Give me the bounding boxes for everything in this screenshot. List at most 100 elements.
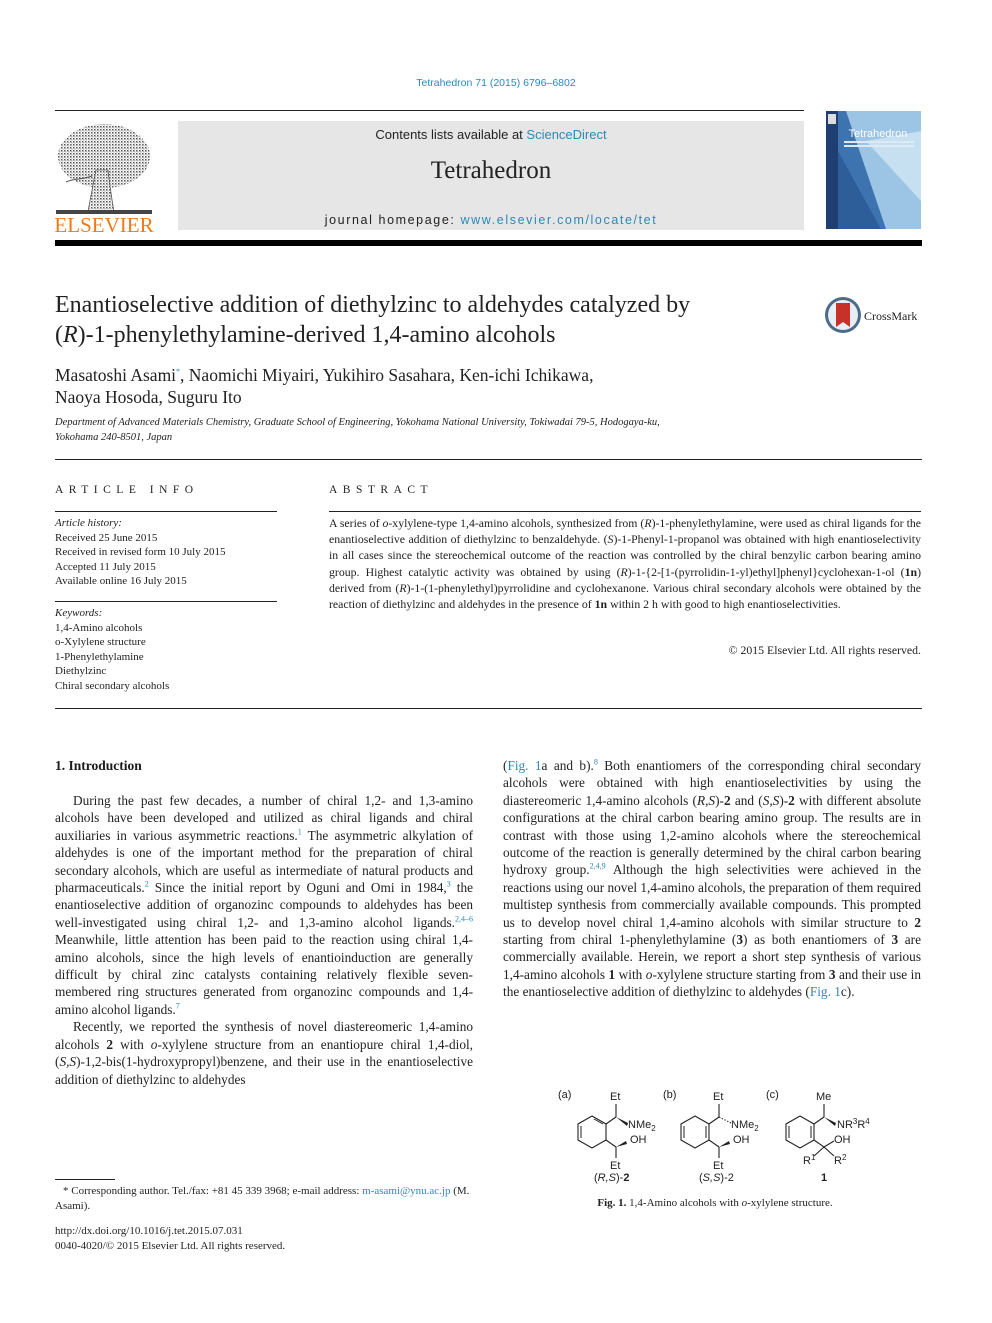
panel-label: (c) xyxy=(766,1089,779,1101)
citation-link[interactable]: 2,4–6 xyxy=(455,914,473,923)
affiliation-line-2: Yokohama 240-8501, Japan xyxy=(55,432,173,443)
header-thick-rule xyxy=(55,240,922,246)
issn-copyright: 0040-4020/© 2015 Elsevier Ltd. All right… xyxy=(55,1240,286,1252)
caption-text: 1,4-Amino alcohols with xyxy=(626,1197,742,1209)
citation-link[interactable]: 2,4,9 xyxy=(590,862,606,871)
sciencedirect-link[interactable]: ScienceDirect xyxy=(526,127,606,142)
introduction-heading: 1. Introduction xyxy=(55,758,142,773)
journal-cover-image[interactable]: Tetrahedron xyxy=(826,111,921,229)
title-rest: )-1-phenylethylamine-derived 1,4-amino a… xyxy=(77,322,556,348)
email-link[interactable]: m-asami@ynu.ac.jp xyxy=(362,1185,450,1197)
article-info-rule xyxy=(55,511,277,512)
panel-label: (a) xyxy=(558,1089,571,1101)
panel-label: (b) xyxy=(663,1089,676,1101)
history-item: Accepted 11 July 2015 xyxy=(55,560,156,573)
elsevier-tree-icon: ELSEVIER xyxy=(54,124,154,237)
journal-reference-link[interactable]: Tetrahedron 71 (2015) 6796–6802 xyxy=(0,77,992,89)
cover-title: Tetrahedron xyxy=(849,128,908,140)
compound-ref: 1n xyxy=(904,564,918,579)
corresponding-author-footnote: * Corresponding author. Tel./fax: +81 45… xyxy=(55,1184,475,1214)
homepage-prefix: journal homepage: xyxy=(324,213,461,227)
structure-panel-a: (a) Et NMe2 OH Et (R,S)-2 xyxy=(558,1089,656,1184)
title-line-2: (R)-1-phenylethylamine-derived 1,4-amino… xyxy=(55,320,795,350)
author-asami: Masatoshi Asami xyxy=(55,365,177,385)
figure-link[interactable]: Fig. 1 xyxy=(507,758,541,773)
keywords-rule xyxy=(55,601,277,602)
abstract-run: A series of xyxy=(329,516,383,530)
text-run: a and b). xyxy=(541,758,594,773)
crossmark-label: CrossMark xyxy=(864,309,917,323)
abstract-italic: R xyxy=(399,580,407,595)
caption-label: Fig. 1. xyxy=(597,1197,627,1209)
structure-panel-b: (b) Et NMe2 OH Et (S,S)-2 xyxy=(663,1089,759,1184)
amine-label: NR3R4 xyxy=(837,1117,870,1131)
title-config: R xyxy=(63,322,78,348)
contents-available-text: Contents lists available at ScienceDirec… xyxy=(178,127,804,142)
ethyl-label: Et xyxy=(610,1160,620,1172)
text-run: )- xyxy=(779,792,789,808)
abstract-heading: ABSTRACT xyxy=(329,484,434,496)
text-run: )-1,2-bis(1-hydroxypropyl)benzene, and t… xyxy=(55,1054,473,1087)
crossmark-button[interactable]: CrossMark xyxy=(824,295,924,335)
r1-label: R1 xyxy=(803,1153,816,1167)
title-paren: ( xyxy=(55,322,63,348)
hydroxyl-label: OH xyxy=(834,1134,851,1146)
article-history: Article history: Received 25 June 2015 R… xyxy=(55,516,285,589)
history-item: Received 25 June 2015 xyxy=(55,531,158,544)
authors-rest: , Naomichi Miyairi, Yukihiro Sasahara, K… xyxy=(180,365,594,385)
journal-name: Tetrahedron xyxy=(430,157,552,184)
compound-ref: 2 xyxy=(723,792,731,808)
text-italic: S,S xyxy=(59,1054,77,1070)
affiliation-line-1: Department of Advanced Materials Chemist… xyxy=(55,417,660,428)
compound-label: 1 xyxy=(821,1172,827,1184)
text-run: ) as both enantiomers of xyxy=(743,932,892,948)
keyword-item: Chiral secondary alcohols xyxy=(55,679,170,692)
keyword-item: 1-Phenylethylamine xyxy=(55,650,144,663)
figure-1-structures: (a) Et NMe2 OH Et (R,S)-2 (b) Et NMe2 OH… xyxy=(558,1089,870,1184)
journal-banner: Contents lists available at ScienceDirec… xyxy=(178,121,804,230)
text-italic: S,S xyxy=(762,792,780,808)
figure-link[interactable]: Fig. 1 xyxy=(810,984,841,999)
text-run: starting from chiral 1-phenylethylamine … xyxy=(503,932,737,948)
compound-label: (S,S)-2 xyxy=(699,1172,734,1184)
authors-line-2: Naoya Hosoda, Suguru Ito xyxy=(55,387,242,407)
text-run: with xyxy=(615,966,646,982)
intro-right-column: (Fig. 1a and b).8 Both enantiomers of th… xyxy=(503,757,921,1001)
affiliation: Department of Advanced Materials Chemist… xyxy=(55,415,775,445)
abstract-run: within 2 h with good to high enantiosele… xyxy=(607,597,841,612)
amine-label: NMe2 xyxy=(731,1119,759,1133)
contents-prefix: Contents lists available at xyxy=(375,127,527,142)
intro-left-column: During the past few decades, a number of… xyxy=(55,792,473,1088)
text-run: )- xyxy=(715,792,724,808)
footnote-rule xyxy=(55,1179,115,1180)
abstract-run: -xylylene-type 1,4-amino alcohols, synth… xyxy=(388,516,645,530)
compound-ref: 2 xyxy=(914,914,921,930)
caption-text: -xylylene structure. xyxy=(747,1197,833,1209)
figure-1-caption: Fig. 1. 1,4-Amino alcohols with o-xylyle… xyxy=(540,1197,890,1209)
methyl-label: Me xyxy=(816,1091,831,1103)
doi-link[interactable]: http://dx.doi.org/10.1016/j.tet.2015.07.… xyxy=(55,1224,243,1239)
abstract-text: A series of o-xylylene-type 1,4-amino al… xyxy=(329,515,921,612)
amine-label: NMe2 xyxy=(628,1119,656,1133)
hydroxyl-label: OH xyxy=(733,1134,750,1146)
keyword-item: Diethylzinc xyxy=(55,665,107,677)
history-item: Available online 16 July 2015 xyxy=(55,575,187,587)
section-rule xyxy=(55,708,922,709)
text-run: c). xyxy=(840,984,855,1000)
ethyl-label: Et xyxy=(610,1091,620,1103)
text-italic: R,S xyxy=(696,792,716,808)
abstract-run: )-1-{2-[1-(pyrrolidin-1-yl)ethyl]phenyl}… xyxy=(627,564,905,579)
hydroxyl-label: OH xyxy=(630,1134,647,1146)
section-rule xyxy=(55,459,922,460)
citation-link[interactable]: 7 xyxy=(176,1001,180,1010)
author-list: Masatoshi Asami*, Naomichi Miyairi, Yuki… xyxy=(55,364,775,408)
keywords-label: Keywords: xyxy=(55,607,103,619)
keywords: Keywords: 1,4-Amino alcohols o-Xylylene … xyxy=(55,606,285,693)
keyword-item: o-Xylylene structure xyxy=(55,636,146,648)
article-info-heading: ARTICLE INFO xyxy=(55,484,199,496)
journal-homepage-link[interactable]: www.elsevier.com/locate/tet xyxy=(461,213,658,227)
compound-ref: 1n xyxy=(594,597,608,612)
structure-panel-c: (c) Me NR3R4 OH R1 R2 1 xyxy=(766,1089,870,1184)
article-title: Enantioselective addition of diethylzinc… xyxy=(55,290,795,350)
elsevier-logo[interactable]: ELSEVIER xyxy=(52,120,156,237)
